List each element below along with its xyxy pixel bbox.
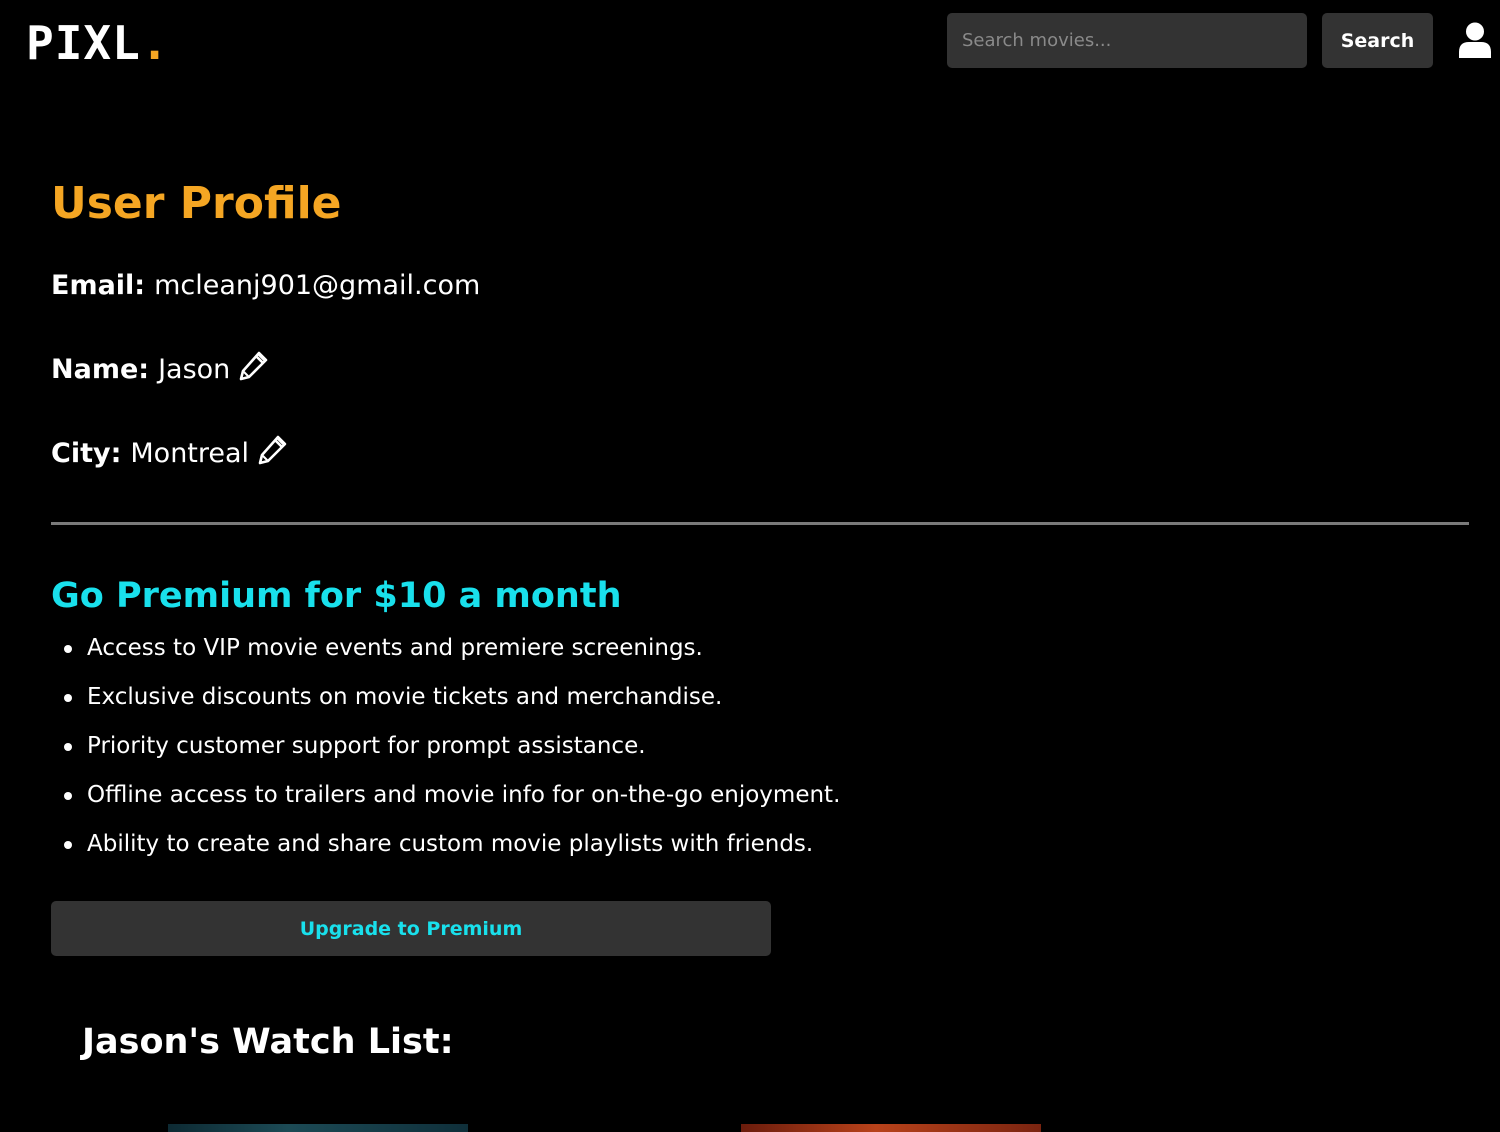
name-row: Name: Jason bbox=[51, 351, 268, 385]
list-item: Offline access to trailers and movie inf… bbox=[51, 775, 840, 824]
logo-dot: . bbox=[140, 16, 170, 70]
city-value: Montreal bbox=[130, 438, 250, 469]
name-value: Jason bbox=[158, 354, 231, 385]
email-row: Email: mcleanj901@gmail.com bbox=[51, 270, 480, 301]
premium-benefits-list: Access to VIP movie events and premiere … bbox=[51, 628, 840, 873]
city-label: City: bbox=[51, 438, 122, 469]
list-item: Priority customer support for prompt ass… bbox=[51, 726, 840, 775]
list-item: Access to VIP movie events and premiere … bbox=[51, 628, 840, 677]
city-row: City: Montreal bbox=[51, 435, 287, 469]
upgrade-to-premium-button[interactable]: Upgrade to Premium bbox=[51, 901, 771, 956]
premium-title: Go Premium for $10 a month bbox=[51, 576, 622, 616]
list-item: Ability to create and share custom movie… bbox=[51, 824, 840, 873]
user-icon[interactable] bbox=[1458, 22, 1492, 58]
search-input[interactable] bbox=[947, 13, 1307, 68]
search-button[interactable]: Search bbox=[1322, 13, 1433, 68]
watchlist-poster[interactable] bbox=[168, 1124, 468, 1132]
watchlist-title: Jason's Watch List: bbox=[82, 1022, 454, 1062]
email-label: Email: bbox=[51, 270, 146, 301]
list-item: Exclusive discounts on movie tickets and… bbox=[51, 677, 840, 726]
email-value: mcleanj901@gmail.com bbox=[154, 270, 481, 301]
pixl-logo[interactable]: PIXL. bbox=[26, 16, 169, 66]
page-title: User Profile bbox=[51, 178, 342, 229]
top-navigation-bar: PIXL. Search bbox=[0, 0, 1500, 82]
logo-text: PIXL bbox=[26, 16, 141, 70]
watchlist-poster[interactable] bbox=[741, 1124, 1041, 1132]
edit-name-pencil-icon[interactable] bbox=[238, 351, 268, 381]
name-label: Name: bbox=[51, 354, 150, 385]
section-divider bbox=[51, 522, 1469, 525]
edit-city-pencil-icon[interactable] bbox=[257, 435, 287, 465]
